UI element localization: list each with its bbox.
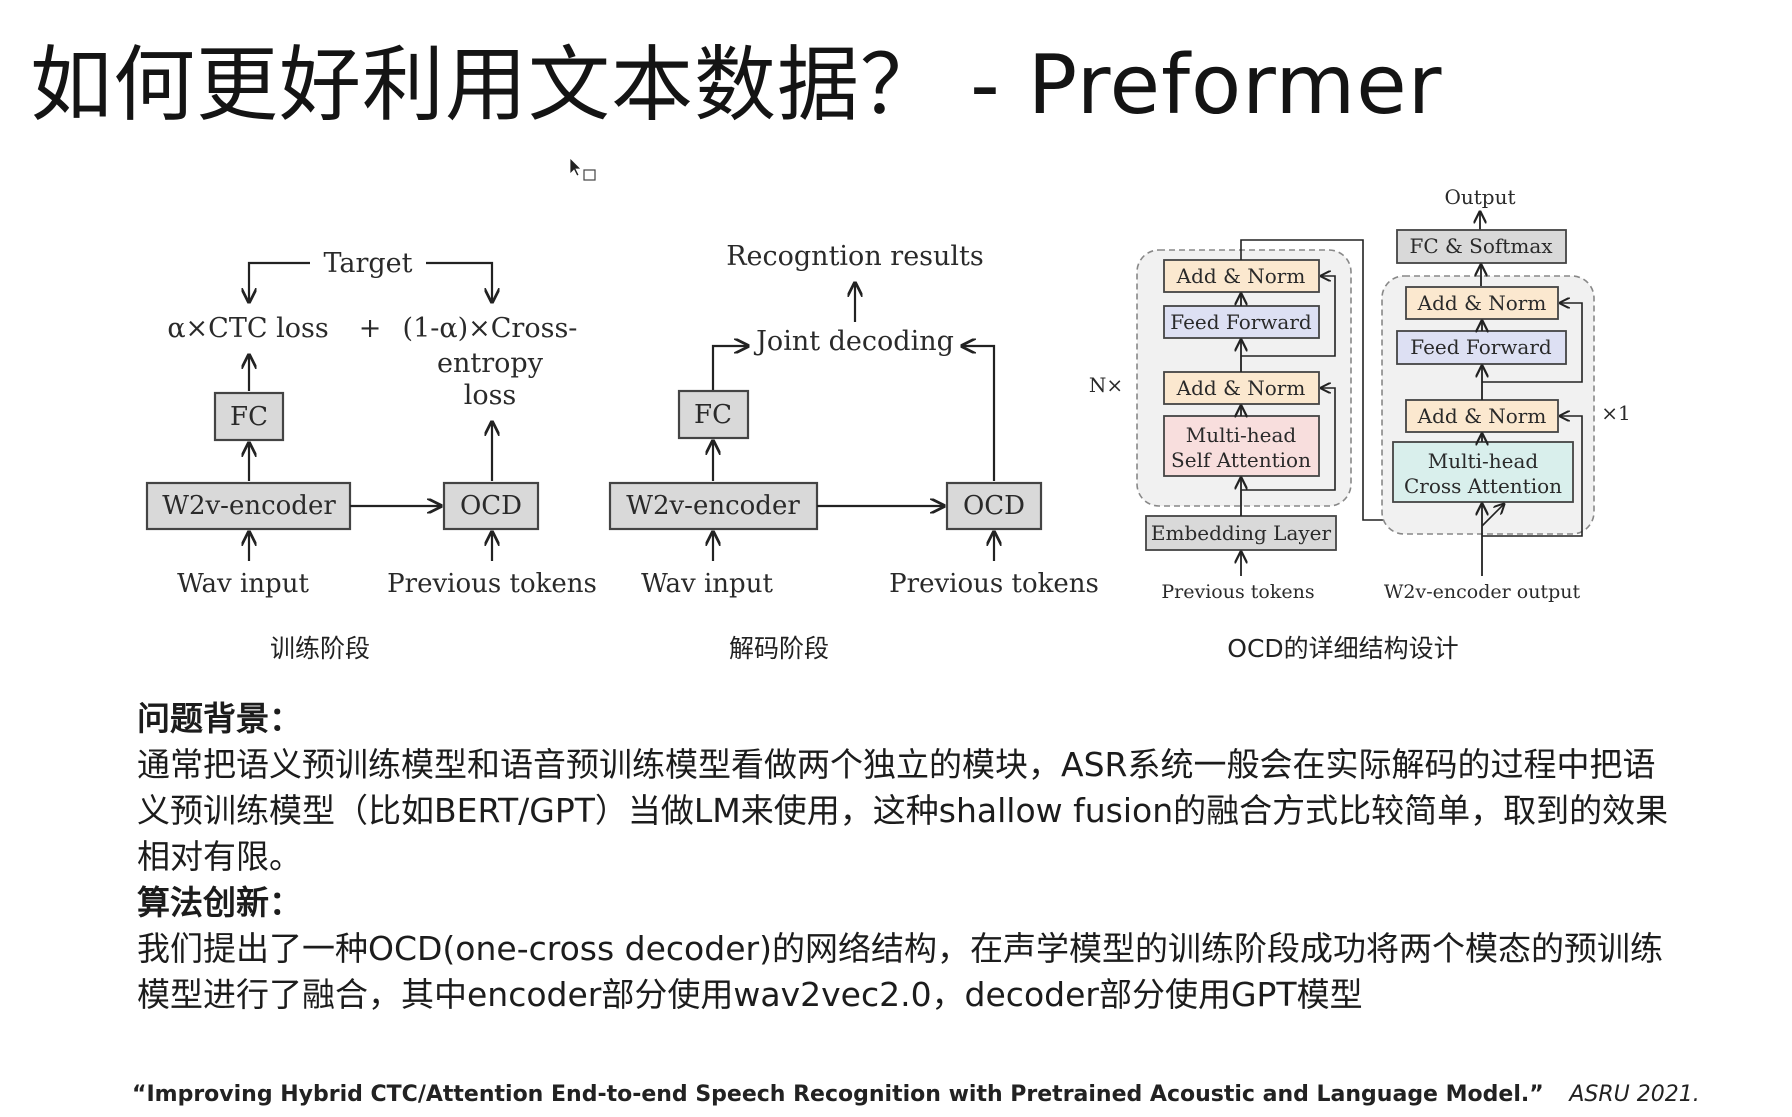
embedding-layer-label: Embedding Layer	[1151, 521, 1332, 545]
fc-softmax-label: FC & Softmax	[1409, 234, 1553, 258]
cross-attention-line2: Cross Attention	[1404, 474, 1562, 498]
encoder-output-label: W2v-encoder output	[1384, 581, 1581, 603]
times-one-label: ×1	[1601, 401, 1630, 425]
left-add-norm-top-label: Add & Norm	[1176, 264, 1306, 288]
self-attention-line2: Self Attention	[1171, 448, 1311, 472]
reference-citation: “Improving Hybrid CTC/Attention End-to-e…	[132, 1082, 1544, 1107]
output-label: Output	[1444, 185, 1515, 209]
ce-loss-line2: entropy	[437, 348, 544, 379]
right-add-norm-bottom-label: Add & Norm	[1417, 404, 1547, 428]
cross-attention-line1: Multi-head	[1428, 449, 1539, 473]
decoding-previous-tokens: Previous tokens	[889, 569, 1099, 599]
reference-line: “Improving Hybrid CTC/Attention End-to-e…	[132, 1082, 1700, 1107]
right-feed-forward-label: Feed Forward	[1410, 335, 1552, 359]
decoding-diagram: Recogntion results Joint decoding FC W2v…	[608, 241, 1099, 663]
joint-decoding-label: Joint decoding	[753, 326, 954, 357]
target-to-ce-arrow	[426, 261, 492, 302]
innovation-heading: 算法创新：	[137, 883, 302, 922]
decoding-ocd-label: OCD	[963, 491, 1025, 521]
self-attention-line1: Multi-head	[1186, 423, 1297, 447]
slide-title: 如何更好利用文本数据？ - Preformer	[30, 38, 1443, 133]
right-add-norm-top-label: Add & Norm	[1417, 291, 1547, 315]
training-encoder-label: W2v-encoder	[162, 491, 336, 521]
diagram-area: Target α×CTC loss + (1-α)×Cross- entropy…	[145, 185, 1631, 663]
training-wav-input: Wav input	[177, 569, 309, 599]
recognition-results-label: Recogntion results	[726, 241, 984, 272]
decoding-wav-input: Wav input	[641, 569, 773, 599]
ocd-previous-tokens: Previous tokens	[1161, 581, 1314, 603]
ocd-detail-diagram: N× Add & Norm Feed Forward Add & Norm Mu…	[1089, 185, 1631, 663]
fc-to-joint-arrow	[711, 346, 748, 390]
ocd-to-joint-arrow	[962, 346, 996, 481]
training-fc-label: FC	[230, 402, 268, 432]
innovation-text: 我们提出了一种OCD(one-cross decoder)的网络结构，在声学模型…	[137, 929, 1663, 1014]
training-diagram: Target α×CTC loss + (1-α)×Cross- entropy…	[145, 248, 597, 663]
left-add-norm-bottom-label: Add & Norm	[1176, 376, 1306, 400]
ce-loss-line3: loss	[464, 380, 517, 411]
training-caption: 训练阶段	[270, 634, 370, 663]
ctc-loss-label: α×CTC loss	[167, 313, 328, 344]
description-block: 问题背景： 通常把语义预训练模型和语音预训练模型看做两个独立的模块，ASR系统一…	[137, 696, 1677, 1018]
training-ocd-label: OCD	[460, 491, 522, 521]
ce-loss-line1: (1-α)×Cross-	[403, 313, 578, 344]
plus-sign: +	[359, 313, 382, 344]
training-previous-tokens: Previous tokens	[387, 569, 597, 599]
n-times-label: N×	[1089, 373, 1123, 397]
reference-venue: ASRU 2021.	[1569, 1082, 1700, 1107]
training-target-label: Target	[323, 248, 412, 279]
left-feed-forward-label: Feed Forward	[1170, 310, 1312, 334]
decoding-fc-label: FC	[694, 400, 732, 430]
decoding-encoder-label: W2v-encoder	[626, 491, 800, 521]
ocd-caption: OCD的详细结构设计	[1227, 634, 1458, 663]
decoding-caption: 解码阶段	[729, 634, 829, 663]
target-to-ctc-arrow	[249, 261, 310, 302]
background-heading: 问题背景：	[137, 699, 302, 738]
background-text: 通常把语义预训练模型和语音预训练模型看做两个独立的模块，ASR系统一般会在实际解…	[137, 745, 1669, 876]
